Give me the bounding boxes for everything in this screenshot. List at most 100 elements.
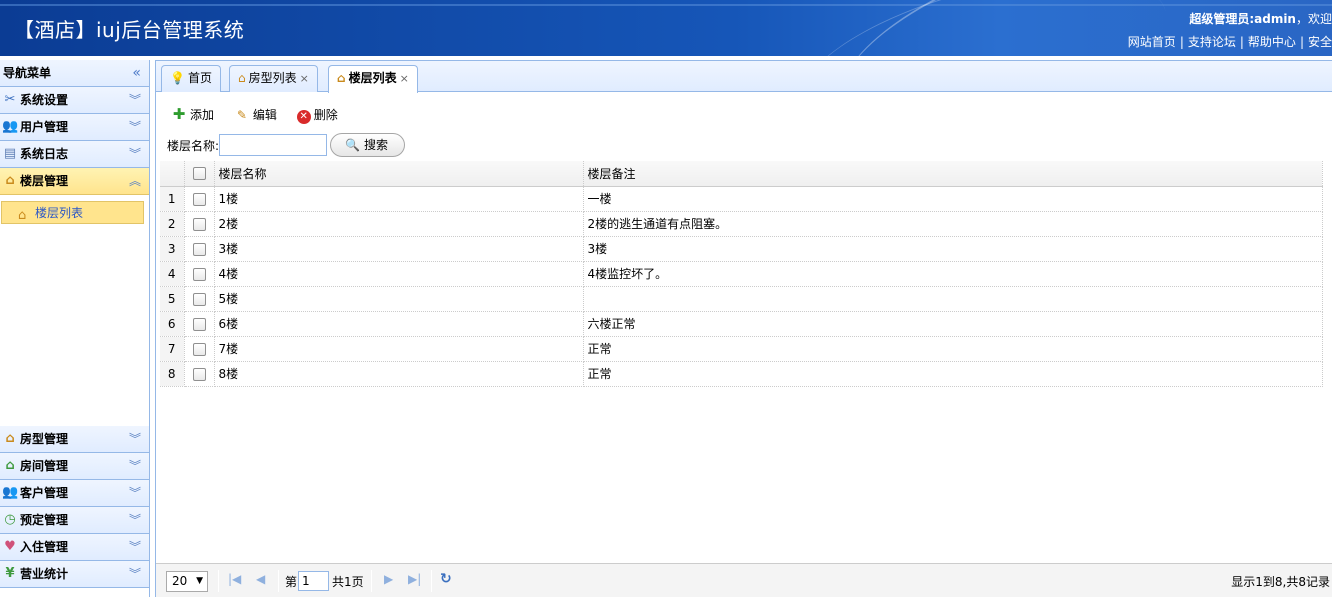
sidebar-item-reservation-management[interactable]: ◷ 预定管理 ︾ — [0, 507, 149, 534]
row-checkbox[interactable] — [192, 242, 206, 256]
tab-room-type-list[interactable]: ⌂ 房型列表 × — [229, 65, 318, 92]
row-checkbox[interactable] — [192, 192, 206, 206]
row-checkbox-cell — [184, 186, 215, 212]
edit-button[interactable]: ✎ 编辑 — [234, 103, 277, 127]
floor-note-cell: 六楼正常 — [583, 311, 1323, 337]
floor-name-cell: 4楼 — [214, 261, 584, 287]
pager-divider — [431, 570, 432, 592]
top-links: 网站首页 | 支持论坛 | 帮助中心 | 安全 — [1127, 35, 1332, 49]
row-checkbox-cell — [184, 336, 215, 362]
sidebar-item-business-statistics[interactable]: ¥ 营业统计 ︾ — [0, 561, 149, 588]
chevron-down-icon: ︾ — [128, 513, 141, 527]
sidebar-item-checkin-management[interactable]: ♥ 入住管理 ︾ — [0, 534, 149, 561]
row-checkbox[interactable] — [192, 292, 206, 306]
sidebar-item-label: 入住管理 — [20, 540, 69, 554]
table-row[interactable]: 6 6楼 六楼正常 — [160, 311, 1323, 337]
page-total: 共1页 — [332, 575, 364, 589]
sidebar-item-customer-management[interactable]: 👥 客户管理 ︾ — [0, 480, 149, 507]
table-row[interactable]: 4 4楼 4楼监控坏了。 — [160, 261, 1323, 287]
users-icon: 👥 — [2, 119, 19, 134]
floor-name-input[interactable] — [219, 134, 328, 156]
sidebar-item-room-type-management[interactable]: ⌂ 房型管理 ︾ — [0, 426, 149, 453]
row-checkbox[interactable] — [192, 317, 206, 331]
app-header: 【酒店】iuj后台管理系统 超级管理员:admin，欢迎 网站首页 | 支持论坛 | 帮… — [0, 0, 1332, 56]
sidebar-item-label: 客户管理 — [20, 486, 69, 500]
table-row[interactable]: 8 8楼 正常 — [160, 361, 1323, 387]
page-size-value: 20 — [172, 574, 188, 588]
close-icon[interactable]: × — [400, 72, 409, 85]
sidebar-item-user-management[interactable]: 👥 用户管理 ︾ — [0, 114, 149, 141]
yen-icon: ¥ — [5, 566, 15, 581]
house-icon: ⌂ — [5, 458, 15, 473]
row-number: 2 — [160, 211, 185, 237]
row-checkbox[interactable] — [192, 367, 206, 381]
tab-floor-list[interactable]: ⌂ 楼层列表 × — [328, 65, 418, 93]
floor-note-cell: 正常 — [583, 361, 1323, 387]
house-icon: ⌂ — [5, 173, 15, 188]
delete-label: 删除 — [313, 108, 338, 122]
sidebar-item-label: 房型管理 — [20, 432, 69, 446]
welcome-suffix: ，欢迎 — [1295, 12, 1332, 26]
last-page-icon[interactable]: ▶| — [408, 572, 421, 586]
floor-management-panel: ⌂ 楼层列表 — [0, 195, 149, 426]
house-icon: ⌂ — [5, 431, 15, 446]
sidebar-item-room-management[interactable]: ⌂ 房间管理 ︾ — [0, 453, 149, 480]
floor-note-cell: 4楼监控坏了。 — [583, 261, 1323, 287]
table-row[interactable]: 3 3楼 3楼 — [160, 236, 1323, 262]
table-row[interactable]: 2 2楼 2楼的逃生通道有点阻塞。 — [160, 211, 1323, 237]
select-all-checkbox[interactable] — [192, 167, 206, 181]
sidebar-header: 导航菜单 « — [0, 60, 149, 87]
collapse-icon[interactable]: « — [132, 60, 141, 87]
sidebar-item-system-settings[interactable]: ✂ 系统设置 ︾ — [0, 87, 149, 114]
close-icon[interactable]: × — [300, 72, 309, 85]
tab-home[interactable]: 💡 首页 — [161, 65, 221, 92]
select-all-checkbox-cell — [184, 161, 215, 187]
toolbar: ✚ 添加 ✎ 编辑 ✕ 删除 — [171, 102, 354, 126]
refresh-icon[interactable]: ↻ — [440, 571, 452, 587]
pagination-info: 显示1到8,共8记录 — [1231, 575, 1330, 589]
row-checkbox-cell — [184, 236, 215, 262]
column-header-floor-name[interactable]: 楼层名称 — [214, 161, 584, 187]
row-checkbox-cell — [184, 311, 215, 337]
sidebar-item-system-log[interactable]: ▤ 系统日志 ︾ — [0, 141, 149, 168]
link-security[interactable]: 安全 — [1308, 35, 1332, 49]
link-home-site[interactable]: 网站首页 — [1128, 35, 1176, 49]
welcome-text: 超级管理员:admin，欢迎 — [1189, 10, 1332, 27]
link-help[interactable]: 帮助中心 — [1248, 35, 1296, 49]
row-number: 5 — [160, 286, 185, 312]
floor-name-cell: 8楼 — [214, 361, 584, 387]
sidebar-subitem-label: 楼层列表 — [35, 206, 84, 220]
table-row[interactable]: 1 1楼 一楼 — [160, 186, 1323, 212]
sidebar-item-label: 楼层管理 — [20, 174, 69, 188]
sidebar-item-label: 用户管理 — [20, 120, 69, 134]
tab-bar: 💡 首页 ⌂ 房型列表 × ⌂ 楼层列表 × — [156, 61, 1332, 93]
link-forum[interactable]: 支持论坛 — [1188, 35, 1236, 49]
sidebar-item-floor-management[interactable]: ⌂ 楼层管理 ︽ — [0, 168, 149, 195]
column-header-floor-note[interactable]: 楼层备注 — [583, 161, 1323, 187]
floor-table: 楼层名称 楼层备注 1 1楼 一楼 2 2楼 2楼的逃生通道有点阻塞。 3 3楼… — [160, 161, 1323, 387]
tab-label: 楼层列表 — [348, 71, 397, 85]
floor-note-cell: 一楼 — [583, 186, 1323, 212]
row-number: 7 — [160, 336, 185, 362]
next-page-icon[interactable]: ▶ — [384, 572, 393, 586]
pager-divider — [371, 570, 372, 592]
row-checkbox[interactable] — [192, 217, 206, 231]
page-number-input[interactable] — [298, 571, 329, 591]
floor-note-cell: 3楼 — [583, 236, 1323, 262]
first-page-icon[interactable]: |◀ — [228, 572, 241, 586]
add-button[interactable]: ✚ 添加 — [171, 102, 214, 127]
sidebar-item-label: 系统设置 — [20, 93, 69, 107]
delete-button[interactable]: ✕ 删除 — [296, 103, 338, 127]
table-row[interactable]: 5 5楼 — [160, 286, 1323, 312]
previous-page-icon[interactable]: ◀ — [256, 572, 265, 586]
tools-icon: ✂ — [4, 92, 16, 107]
table-header-row: 楼层名称 楼层备注 — [160, 161, 1323, 187]
log-icon: ▤ — [3, 146, 17, 161]
search-button[interactable]: 🔍 搜索 — [330, 133, 406, 157]
table-row[interactable]: 7 7楼 正常 — [160, 336, 1323, 362]
row-checkbox[interactable] — [192, 267, 206, 281]
page-size-select[interactable]: 20 ▼ — [166, 571, 208, 592]
sidebar-subitem-floor-list[interactable]: ⌂ 楼层列表 — [1, 201, 144, 224]
welcome-user: 超级管理员:admin — [1189, 12, 1296, 26]
row-checkbox[interactable] — [192, 342, 206, 356]
